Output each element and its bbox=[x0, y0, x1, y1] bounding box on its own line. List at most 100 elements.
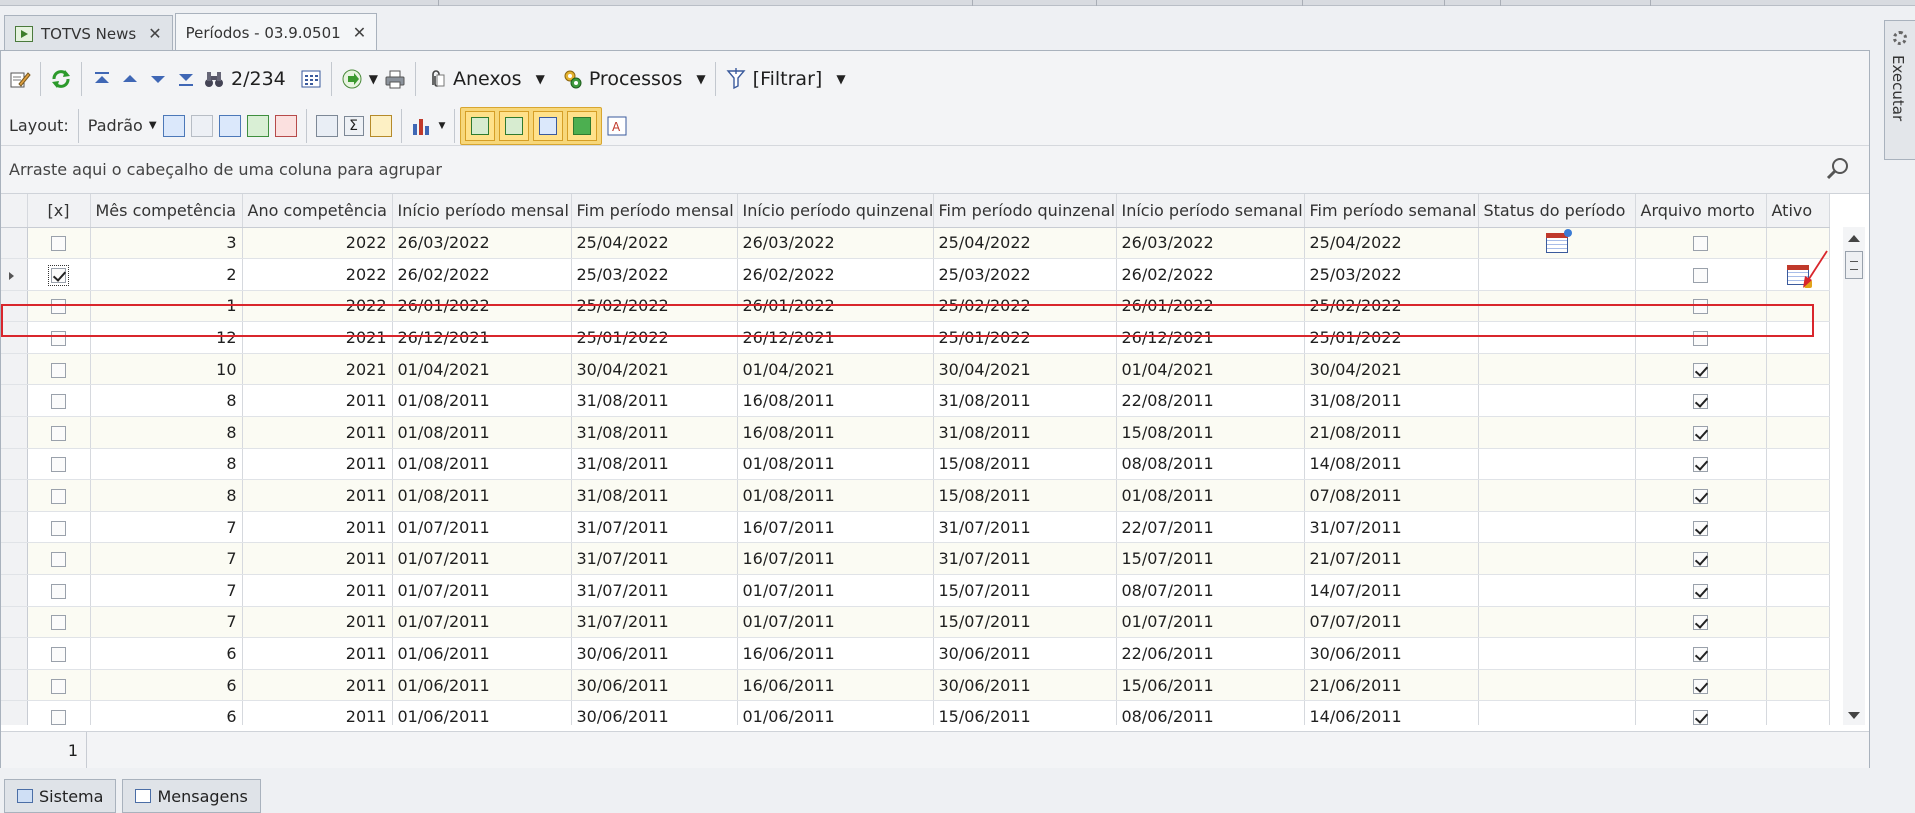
row-select-checkbox[interactable] bbox=[51, 362, 66, 378]
table-row[interactable]: 2 2022 26/02/2022 25/03/2022 26/02/2022 25/03… bbox=[1, 258, 1830, 291]
row-select-checkbox[interactable] bbox=[51, 394, 66, 410]
column-header-arquivo-morto[interactable]: Arquivo morto bbox=[1635, 194, 1767, 228]
row-indicator[interactable] bbox=[1, 637, 28, 670]
sum-icon[interactable]: Σ bbox=[343, 115, 364, 136]
arquivo-morto-checkbox[interactable] bbox=[1693, 710, 1708, 725]
calendar-star-icon[interactable] bbox=[1545, 229, 1572, 254]
row-select-checkbox[interactable] bbox=[51, 583, 66, 599]
arquivo-morto-checkbox[interactable] bbox=[1693, 678, 1708, 694]
last-record-icon[interactable] bbox=[175, 68, 197, 90]
vertical-scrollbar[interactable] bbox=[1843, 227, 1865, 725]
arquivo-morto-checkbox[interactable] bbox=[1693, 267, 1708, 283]
row-indicator[interactable] bbox=[1, 258, 28, 291]
tab-totvs-news[interactable]: TOTVS News ✕ bbox=[4, 15, 173, 51]
row-indicator[interactable] bbox=[1, 511, 28, 544]
chevron-down-icon[interactable]: ▼ bbox=[439, 121, 446, 131]
view-toggle-3-icon[interactable] bbox=[533, 110, 564, 141]
layout-dropdown[interactable]: Padrão bbox=[88, 116, 143, 135]
column-header-select[interactable]: [x] bbox=[27, 194, 91, 228]
binoculars-icon[interactable] bbox=[203, 68, 225, 90]
column-header-inicio-periodo-mensal[interactable]: Início período mensal bbox=[392, 194, 572, 228]
scroll-down-icon[interactable] bbox=[1848, 712, 1860, 719]
table-row[interactable]: 1 2022 26/01/2022 25/02/2022 26/01/2022 25/02… bbox=[1, 290, 1830, 323]
row-indicator[interactable] bbox=[1, 479, 28, 512]
row-indicator[interactable] bbox=[1, 448, 28, 481]
table-row[interactable]: 12 2021 26/12/2021 25/01/2022 26/12/2021 25/0… bbox=[1, 321, 1830, 354]
refresh-icon[interactable] bbox=[50, 68, 72, 90]
column-header-mes-competencia[interactable]: Mês competência bbox=[90, 194, 243, 228]
row-select-checkbox[interactable] bbox=[51, 647, 66, 663]
search-icon[interactable] bbox=[1825, 156, 1851, 182]
table-row[interactable]: 7 2011 01/07/2011 31/07/2011 16/07/2011 31/07… bbox=[1, 511, 1830, 544]
chevron-down-icon[interactable]: ▼ bbox=[536, 72, 545, 86]
table-row[interactable]: 7 2011 01/07/2011 31/07/2011 01/07/2011 15/07… bbox=[1, 606, 1830, 639]
row-select-checkbox[interactable] bbox=[51, 710, 66, 725]
row-select-checkbox[interactable] bbox=[51, 552, 66, 568]
chevron-down-icon[interactable]: ▼ bbox=[369, 72, 378, 86]
arquivo-morto-checkbox[interactable] bbox=[1693, 331, 1708, 347]
view-toggle-1-icon[interactable] bbox=[465, 110, 496, 141]
tab-mensagens[interactable]: Mensagens bbox=[122, 779, 261, 813]
row-select-checkbox[interactable] bbox=[51, 236, 66, 252]
scroll-up-icon[interactable] bbox=[1848, 235, 1860, 242]
row-select-checkbox[interactable] bbox=[51, 520, 66, 536]
row-select-checkbox[interactable] bbox=[51, 331, 66, 347]
arquivo-morto-checkbox[interactable] bbox=[1693, 647, 1708, 663]
column-header-fim-periodo-semanal[interactable]: Fim período semanal bbox=[1304, 194, 1479, 228]
export-layout-icon[interactable] bbox=[274, 114, 297, 137]
arquivo-morto-checkbox[interactable] bbox=[1693, 394, 1708, 410]
column-header-fim-periodo-mensal[interactable]: Fim período mensal bbox=[571, 194, 738, 228]
row-indicator[interactable] bbox=[1, 353, 28, 386]
tab-sistema[interactable]: Sistema bbox=[4, 779, 117, 813]
row-indicator[interactable] bbox=[1, 542, 28, 576]
font-icon[interactable]: A bbox=[606, 115, 628, 137]
view-toggle-2-icon[interactable] bbox=[499, 110, 530, 141]
row-select-checkbox[interactable] bbox=[51, 457, 66, 473]
edit-icon[interactable] bbox=[9, 68, 31, 90]
row-indicator[interactable] bbox=[1, 384, 28, 418]
scroll-thumb[interactable] bbox=[1845, 251, 1863, 279]
table-row[interactable]: 10 2021 01/04/2021 30/04/2021 01/04/2021 30/0… bbox=[1, 353, 1830, 386]
row-indicator[interactable] bbox=[1, 606, 28, 639]
processos-button[interactable]: Processos bbox=[589, 68, 683, 90]
arquivo-morto-checkbox[interactable] bbox=[1693, 236, 1708, 252]
tab-periodos[interactable]: Períodos - 03.9.0501 ✕ bbox=[174, 13, 378, 51]
paperclip-icon[interactable] bbox=[425, 68, 447, 90]
table-row[interactable]: 8 2011 01/08/2011 31/08/2011 16/08/2011 31/08… bbox=[1, 416, 1830, 449]
table-row[interactable]: 7 2011 01/07/2011 31/07/2011 16/07/2011 31/07… bbox=[1, 542, 1830, 576]
row-select-checkbox[interactable] bbox=[51, 425, 66, 441]
table-row[interactable]: 7 2011 01/07/2011 31/07/2011 01/07/2011 15/07… bbox=[1, 574, 1830, 607]
anexos-button[interactable]: Anexos bbox=[453, 68, 522, 90]
row-indicator[interactable] bbox=[1, 416, 28, 449]
column-header-inicio-periodo-semanal[interactable]: Início período semanal bbox=[1116, 194, 1305, 228]
grid-layout-icon[interactable] bbox=[218, 114, 241, 137]
arquivo-morto-checkbox[interactable] bbox=[1693, 299, 1708, 315]
row-select-checkbox[interactable] bbox=[51, 615, 66, 631]
row-select-checkbox[interactable] bbox=[51, 489, 66, 505]
group-panel[interactable]: Arraste aqui o cabeçalho de uma coluna p… bbox=[1, 146, 1869, 194]
print-icon[interactable] bbox=[384, 68, 406, 90]
arquivo-morto-checkbox[interactable] bbox=[1693, 520, 1708, 536]
row-select-checkbox[interactable] bbox=[51, 678, 66, 694]
arquivo-morto-checkbox[interactable] bbox=[1693, 457, 1708, 473]
row-indicator[interactable] bbox=[1, 700, 28, 725]
chevron-down-icon[interactable]: ▼ bbox=[696, 72, 705, 86]
first-record-icon[interactable] bbox=[91, 68, 113, 90]
view-toggle-4-icon[interactable] bbox=[567, 110, 598, 141]
row-indicator[interactable] bbox=[1, 574, 28, 607]
process-gears-icon[interactable] bbox=[561, 68, 583, 90]
column-header-inicio-periodo-quinzenal[interactable]: Início período quinzenal bbox=[737, 194, 934, 228]
filter-icon[interactable] bbox=[725, 67, 747, 90]
row-indicator[interactable] bbox=[1, 227, 28, 260]
table-row[interactable]: 8 2011 01/08/2011 31/08/2011 01/08/2011 15/08… bbox=[1, 448, 1830, 481]
executar-side-tab[interactable]: Executar bbox=[1884, 20, 1915, 160]
previous-record-icon[interactable] bbox=[119, 68, 141, 90]
row-indicator[interactable] bbox=[1, 669, 28, 702]
table-row[interactable]: 6 2011 01/06/2011 30/06/2011 01/06/2011 15/06… bbox=[1, 700, 1830, 725]
preview-icon[interactable] bbox=[369, 114, 392, 137]
column-header-fim-periodo-quinzenal[interactable]: Fim período quinzenal bbox=[933, 194, 1117, 228]
next-record-icon[interactable] bbox=[147, 68, 169, 90]
arquivo-morto-checkbox[interactable] bbox=[1693, 552, 1708, 568]
arquivo-morto-checkbox[interactable] bbox=[1693, 615, 1708, 631]
table-row[interactable]: 6 2011 01/06/2011 30/06/2011 16/06/2011 30/06… bbox=[1, 637, 1830, 670]
